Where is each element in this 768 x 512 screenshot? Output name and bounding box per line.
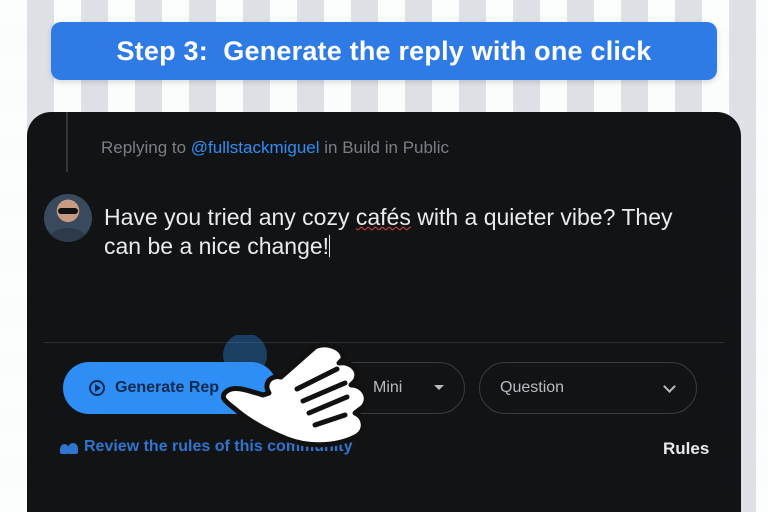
replying-to-line: Replying to @fullstackmiguel in Build in… xyxy=(101,138,449,158)
banner-title: Step 3: Generate the reply with one clic… xyxy=(116,35,652,66)
mention-link[interactable]: @fullstackmiguel xyxy=(191,138,320,157)
rules-tab[interactable]: Rules xyxy=(663,439,709,459)
thread-line xyxy=(66,112,68,172)
tone-select[interactable]: Question xyxy=(479,362,697,414)
avatar-shirt xyxy=(50,228,86,242)
tone-select-value: Question xyxy=(500,379,565,396)
compose-text-start: Have you tried any cozy xyxy=(104,204,356,230)
generate-reply-label: Generate Rep xyxy=(115,379,220,396)
text-caret xyxy=(329,235,331,257)
sunglasses-icon xyxy=(58,208,78,214)
chevron-down-icon xyxy=(663,380,676,393)
divider xyxy=(44,342,724,343)
replying-prefix: Replying to xyxy=(101,138,191,157)
play-icon xyxy=(89,380,105,396)
users-icon xyxy=(60,440,78,454)
community-label: in Build in Public xyxy=(319,138,449,157)
misspelled-word: cafés xyxy=(355,204,411,230)
reply-textarea[interactable]: Have you tried any cozy cafés with a qui… xyxy=(104,203,714,261)
avatar xyxy=(44,194,92,242)
pointing-hand-icon xyxy=(220,335,369,448)
caret-down-icon xyxy=(434,385,444,390)
step-banner: Step 3: Generate the reply with one clic… xyxy=(51,22,717,80)
